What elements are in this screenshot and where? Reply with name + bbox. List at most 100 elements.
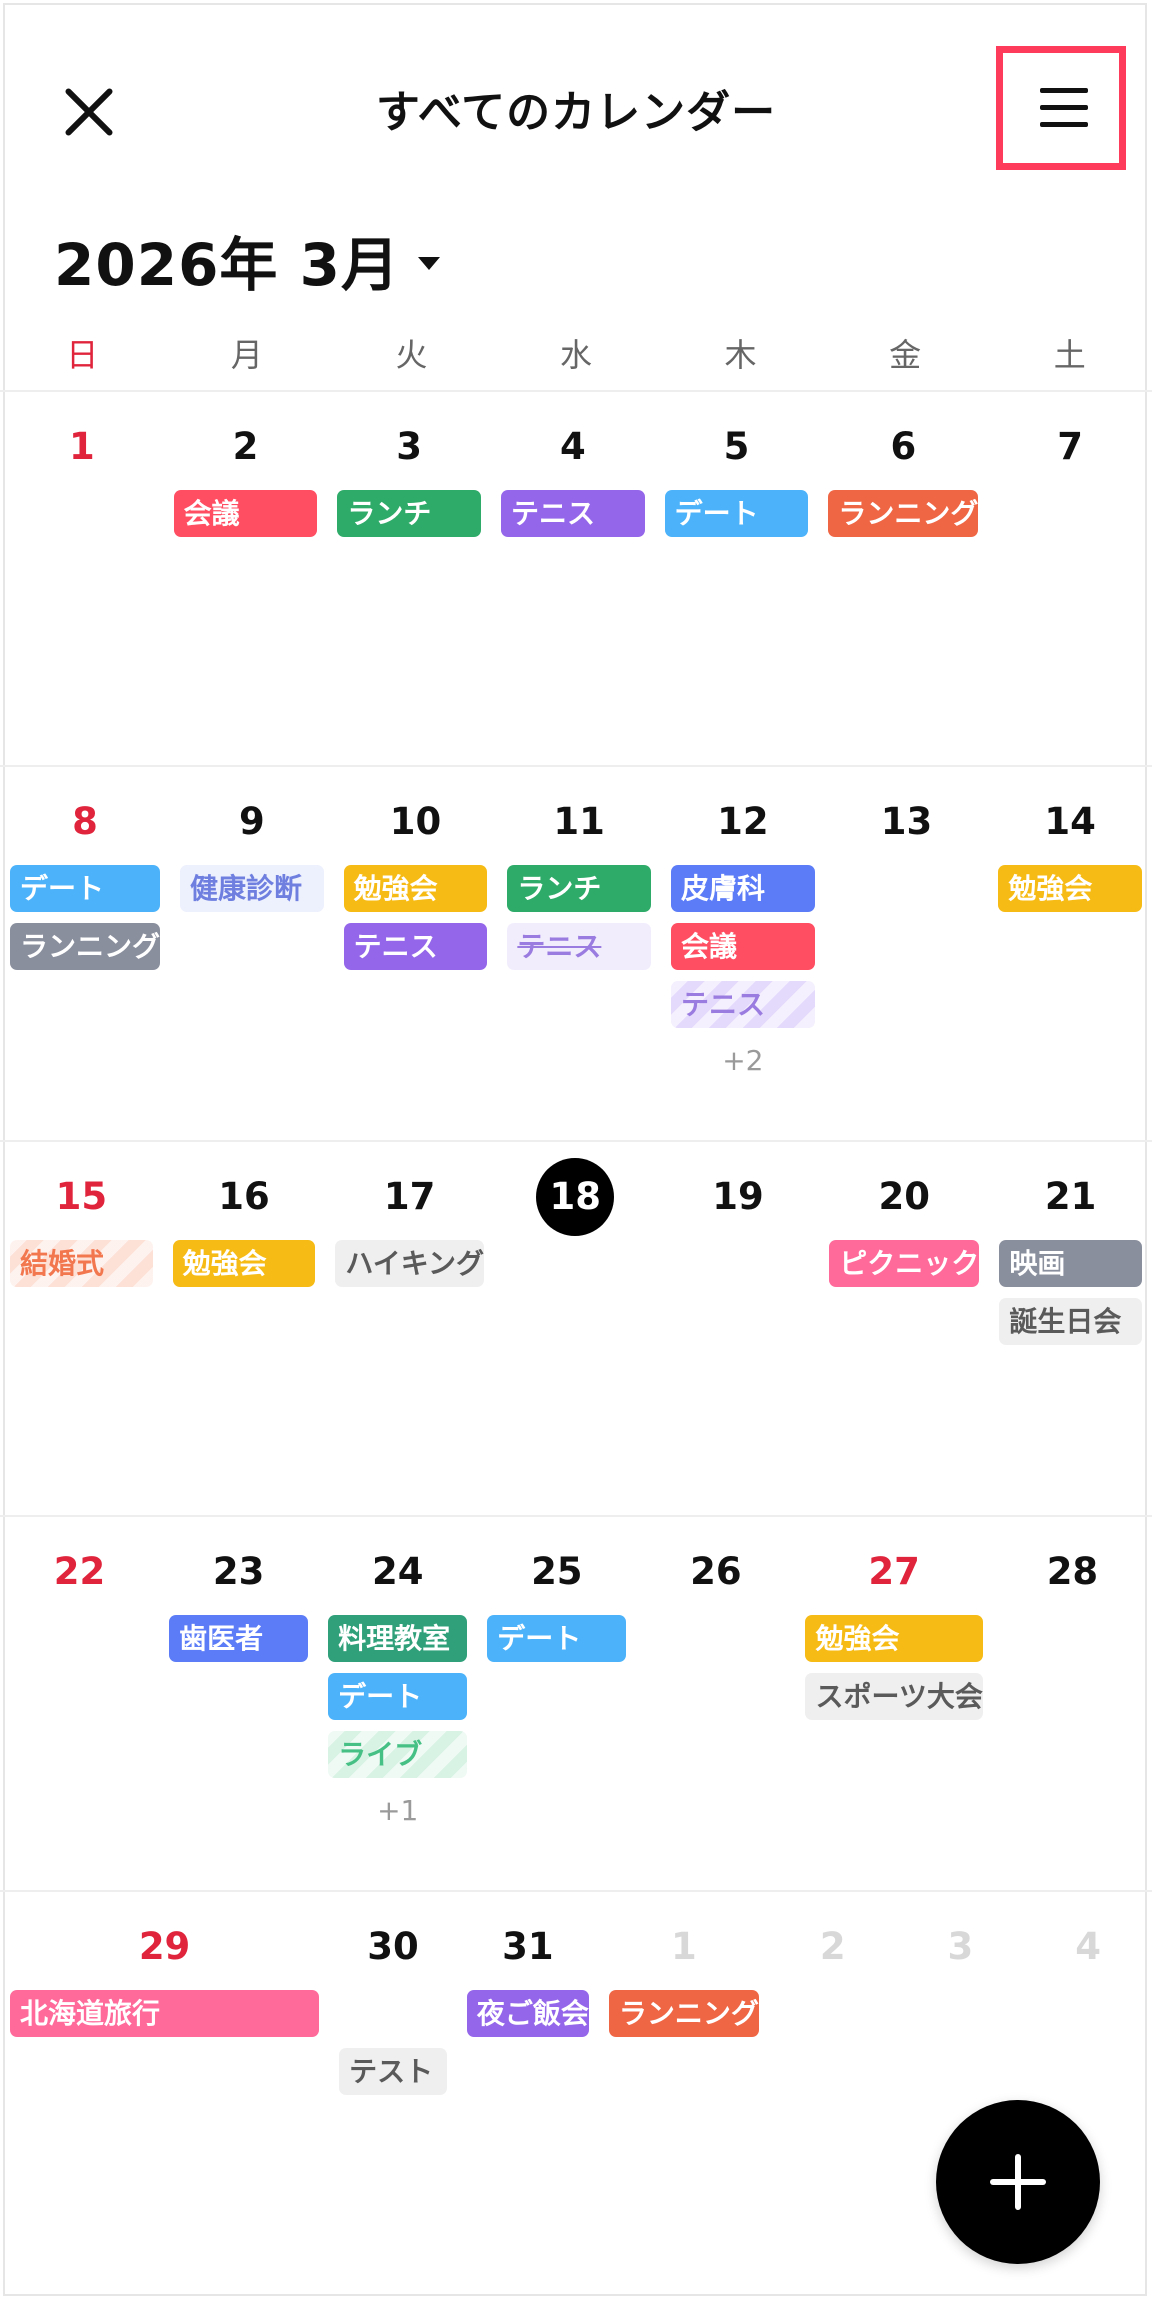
day-number: 10 — [389, 800, 442, 843]
week-row: 8 デート ランニング 9 健康診断 10 勉強会 テニス 11 ランチ テニス 12 皮膚科 会議 テニス… — [0, 767, 1152, 1142]
event-chip[interactable]: 健康診断 — [180, 865, 324, 912]
hamburger-menu-icon[interactable] — [1040, 84, 1088, 132]
day-number: 28 — [1046, 1550, 1099, 1593]
event-chip[interactable]: デート — [664, 490, 809, 537]
event-list: ピクニック — [819, 1240, 989, 1287]
day-cell[interactable]: 23 歯医者 — [159, 1517, 318, 1890]
day-cell[interactable]: 7 — [988, 392, 1152, 765]
day-cell[interactable]: 18 — [494, 1142, 657, 1515]
event-chip[interactable]: テスト — [339, 2048, 447, 2095]
event-chip[interactable]: ランニング — [608, 1990, 759, 2037]
event-chip[interactable]: 会議 — [671, 923, 815, 970]
day-cell[interactable]: 10 勉強会テニス — [334, 767, 498, 1140]
event-chip[interactable]: スポーツ大会 — [805, 1673, 983, 1720]
day-cell[interactable]: 21 映画 誕生日会 — [989, 1142, 1152, 1515]
day-cell[interactable]: 1 ランニング — [599, 1892, 769, 2267]
event-list: ランニング — [599, 1990, 769, 2037]
day-cell[interactable]: 22 — [0, 1517, 159, 1890]
event-chip[interactable]: 勉強会 — [805, 1615, 983, 1662]
event-chip[interactable]: 勉強会 — [172, 1240, 316, 1287]
event-chip[interactable]: デート — [328, 1673, 468, 1720]
day-cell[interactable]: 5 デート — [655, 392, 819, 765]
event-chip[interactable]: 結婚式 — [10, 1240, 153, 1287]
event-chip[interactable]: 北海道旅行 — [10, 1990, 320, 2037]
day-cell[interactable]: 9 健康診断 — [170, 767, 334, 1140]
day-cell[interactable]: 3 ランチ — [327, 392, 491, 765]
day-cell[interactable]: 14 勉強会 — [988, 767, 1152, 1140]
day-number: 5 — [723, 425, 750, 468]
day-cell[interactable]: 2 — [769, 1892, 897, 2267]
month-selector[interactable]: 2026年 3月 — [54, 220, 440, 300]
event-list: デート ランニング — [0, 865, 170, 970]
event-chip[interactable]: ランニング — [828, 490, 979, 537]
more-events-link[interactable]: +2 — [671, 1039, 815, 1083]
add-event-button[interactable] — [936, 2100, 1100, 2264]
day-cell[interactable]: 31 夜ご飯会 — [457, 1892, 599, 2267]
day-cell[interactable]: 17 ハイキング — [325, 1142, 494, 1515]
day-cell[interactable]: 12 皮膚科会議テニス +2 — [661, 767, 825, 1140]
event-chip[interactable]: ランチ — [507, 865, 651, 912]
day-number: 3 — [947, 1925, 974, 1968]
event-chip[interactable]: テニス — [671, 981, 815, 1028]
day-cell[interactable]: 8 デート ランニング — [0, 767, 170, 1140]
event-chip[interactable]: ライブ — [328, 1731, 468, 1778]
day-cell[interactable]: 28 — [993, 1517, 1152, 1890]
day-cell[interactable]: 19 — [657, 1142, 820, 1515]
event-list: デート — [655, 490, 819, 537]
day-cell[interactable]: 2 会議 — [164, 392, 328, 765]
day-cell[interactable]: 24 料理教室 デート ライブ +1 — [318, 1517, 477, 1890]
day-cell[interactable]: 27 勉強会 スポーツ大会 — [795, 1517, 992, 1890]
day-cell[interactable]: 6 ランニング — [818, 392, 988, 765]
event-chip[interactable]: 会議 — [173, 490, 318, 537]
day-cell[interactable]: 25 デート — [477, 1517, 636, 1890]
event-chip[interactable]: テニス — [507, 923, 651, 970]
event-chip[interactable]: ランチ — [337, 490, 481, 537]
event-list: 夜ご飯会 — [457, 1990, 599, 2037]
day-number: 2 — [819, 1925, 846, 1968]
day-cell[interactable]: 11 ランチ テニス — [497, 767, 661, 1140]
day-cell[interactable]: 29 北海道旅行 — [0, 1892, 329, 2267]
event-chip[interactable]: デート — [487, 1615, 627, 1662]
day-cell[interactable]: 30 テスト — [329, 1892, 457, 2267]
more-events-link[interactable]: +1 — [328, 1789, 467, 1833]
event-list: ハイキング — [325, 1240, 494, 1287]
event-list: 料理教室デートライブ +1 — [318, 1615, 477, 1833]
day-number: 17 — [383, 1175, 436, 1218]
day-cell[interactable]: 26 — [636, 1517, 795, 1890]
day-number: 1 — [68, 425, 95, 468]
event-chip[interactable]: 料理教室 — [328, 1615, 468, 1662]
day-number: 25 — [531, 1550, 583, 1593]
day-number: 12 — [717, 800, 769, 843]
event-chip[interactable]: ハイキング — [335, 1240, 484, 1287]
event-chip[interactable]: 勉強会 — [343, 865, 488, 912]
month-label: 2026年 3月 — [54, 231, 400, 299]
event-list: 結婚式 — [0, 1240, 163, 1287]
day-number: 20 — [878, 1175, 931, 1218]
weekday-fri: 金 — [889, 336, 922, 374]
day-cell[interactable]: 13 — [825, 767, 989, 1140]
event-chip[interactable]: ピクニック — [829, 1240, 980, 1287]
week-row: 22 23 歯医者 24 料理教室 デート ライブ +1 25 デート 26 27 勉強会 スポーツ大会 2… — [0, 1517, 1152, 1892]
day-cell[interactable]: 15 結婚式 — [0, 1142, 163, 1515]
day-cell[interactable]: 20 ピクニック — [819, 1142, 989, 1515]
day-number: 4 — [559, 425, 586, 468]
day-number: 30 — [367, 1925, 419, 1968]
event-chip[interactable]: ランニング — [10, 923, 161, 970]
day-number: 7 — [1057, 425, 1084, 468]
event-chip[interactable]: デート — [10, 865, 161, 912]
day-number: 15 — [55, 1175, 108, 1218]
event-chip[interactable]: 夜ご飯会 — [466, 1990, 589, 2037]
week-row: 15 結婚式 16 勉強会 17 ハイキング 18 19 20 ピクニック 21 映画 誕生日会 — [0, 1142, 1152, 1517]
event-chip[interactable]: 映画 — [999, 1240, 1142, 1287]
event-chip[interactable]: テニス — [343, 923, 488, 970]
event-chip[interactable]: 勉強会 — [998, 865, 1142, 912]
day-cell[interactable]: 1 — [0, 392, 164, 765]
event-chip[interactable]: 皮膚科 — [671, 865, 815, 912]
event-chip[interactable]: 誕生日会 — [999, 1298, 1142, 1345]
event-list: 北海道旅行 — [0, 1990, 329, 2037]
day-number: 1 — [670, 1925, 697, 1968]
day-cell[interactable]: 16 勉強会 — [163, 1142, 326, 1515]
event-chip[interactable]: 歯医者 — [169, 1615, 309, 1662]
day-cell[interactable]: 4 テニス — [491, 392, 655, 765]
event-chip[interactable]: テニス — [500, 490, 645, 537]
